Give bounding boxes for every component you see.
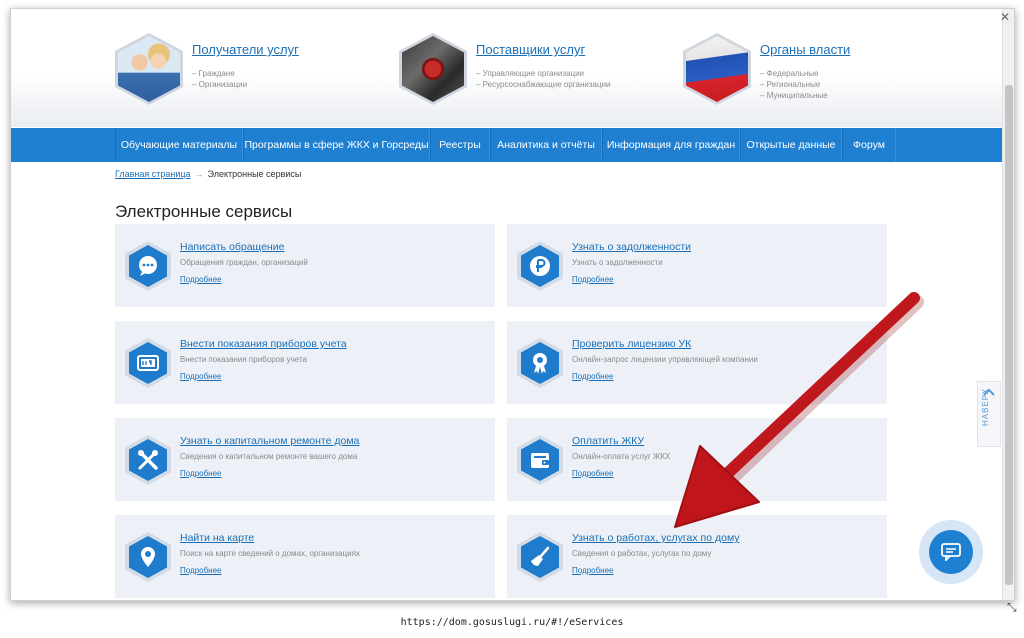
service-card-meter-readings[interactable]: Внести показания приборов учета Внести п…: [115, 321, 495, 404]
card-title[interactable]: Найти на карте: [180, 532, 254, 544]
nav-item-forum[interactable]: Форум: [842, 128, 896, 162]
card-description: Онлайн-запрос лицензии управляющей компа…: [572, 355, 758, 364]
role-authorities[interactable]: Органы власти – Федеральные – Региональн…: [683, 33, 883, 113]
chat-button[interactable]: [919, 520, 983, 584]
close-icon[interactable]: ✕: [1000, 11, 1010, 23]
nav-item-programs[interactable]: Программы в сфере ЖКХ и Горсреды: [243, 128, 430, 162]
card-title[interactable]: Узнать о работах, услугах по дому: [572, 532, 740, 544]
breadcrumb-arrow-icon: →: [194, 169, 204, 179]
card-description: Поиск на карте сведений о домах, организ…: [180, 549, 360, 558]
nav-item-registries[interactable]: Реестры: [430, 128, 490, 162]
ruble-icon: [530, 256, 550, 276]
chat-bubble-icon: [139, 256, 157, 276]
main-nav: Обучающие материалы Программы в сфере ЖК…: [11, 128, 1004, 162]
role-subitem: – Ресурсоснабжающие организации: [476, 80, 611, 89]
card-icon-frame: [125, 338, 171, 388]
service-card-pay-utilities[interactable]: Оплатить ЖКУ Онлайн-оплата услуг ЖКХ Под…: [507, 418, 887, 501]
role-subitem: – Граждане: [192, 69, 235, 78]
page-url: https://dom.gosuslugi.ru/#!/eServices: [400, 617, 624, 628]
card-more-link[interactable]: Подробнее: [572, 566, 614, 575]
map-pin-icon: [141, 547, 155, 567]
card-more-link[interactable]: Подробнее: [572, 469, 614, 478]
card-icon-frame: [517, 338, 563, 388]
resize-icon[interactable]: ⤡: [1007, 600, 1017, 615]
nav-item-learning[interactable]: Обучающие материалы: [115, 128, 243, 162]
browser-window: Получатели услуг – Граждане – Организаци…: [10, 8, 1015, 601]
service-card-license[interactable]: Проверить лицензию УК Онлайн-запрос лице…: [507, 321, 887, 404]
breadcrumb-home[interactable]: Главная страница: [115, 169, 191, 179]
meter-icon: [137, 355, 159, 371]
role-providers[interactable]: Поставщики услуг – Управляющие организац…: [399, 33, 659, 113]
card-icon-frame: [125, 241, 171, 291]
card-title[interactable]: Написать обращение: [180, 241, 284, 253]
nav-item-analytics[interactable]: Аналитика и отчёты: [490, 128, 602, 162]
service-card-debt[interactable]: Узнать о задолженности Узнать о задолжен…: [507, 224, 887, 307]
card-icon-frame: [125, 532, 171, 582]
role-title[interactable]: Получатели услуг: [192, 42, 299, 57]
card-title[interactable]: Внести показания приборов учета: [180, 338, 347, 350]
page-title: Электронные сервисы: [115, 202, 293, 221]
card-description: Сведения о работах, услугах по дому: [572, 549, 712, 558]
role-subitem: – Региональные: [760, 80, 821, 89]
role-subitem: – Федеральные: [760, 69, 819, 78]
broom-icon: [531, 546, 550, 566]
service-card-house-works[interactable]: Узнать о работах, услугах по дому Сведен…: [507, 515, 887, 598]
vertical-scrollbar[interactable]: [1002, 9, 1014, 600]
role-subitem: – Организации: [192, 80, 248, 89]
card-more-link[interactable]: Подробнее: [180, 372, 222, 381]
card-title[interactable]: Проверить лицензию УК: [572, 338, 691, 350]
role-subitems: – Федеральные – Региональные – Муниципал…: [760, 68, 828, 101]
people-photo: [115, 33, 183, 105]
breadcrumb-current: Электронные сервисы: [207, 169, 302, 179]
role-subitems: – Управляющие организации – Ресурсоснабж…: [476, 68, 611, 90]
scrollbar-thumb[interactable]: [1005, 85, 1013, 585]
card-icon-frame: [125, 435, 171, 485]
russian-flag: [683, 33, 751, 105]
card-description: Внести показания приборов учета: [180, 355, 307, 364]
role-subitems: – Граждане – Организации: [192, 68, 247, 90]
card-title[interactable]: Оплатить ЖКУ: [572, 435, 644, 447]
card-icon-frame: [517, 241, 563, 291]
role-subitem: – Муниципальные: [760, 91, 828, 100]
tools-icon: [138, 450, 158, 470]
role-subitem: – Управляющие организации: [476, 69, 585, 78]
card-description: Сведения о капитальном ремонте вашего до…: [180, 452, 358, 461]
card-icon-frame: [517, 435, 563, 485]
card-more-link[interactable]: Подробнее: [572, 275, 614, 284]
card-title[interactable]: Узнать о задолженности: [572, 241, 691, 253]
card-description: Обращения граждан, организаций: [180, 258, 308, 267]
card-more-link[interactable]: Подробнее: [180, 275, 222, 284]
scroll-to-top-label: НАВЕРХ: [981, 387, 990, 426]
nav-item-citizens-info[interactable]: Информация для граждан: [602, 128, 740, 162]
breadcrumb: Главная страница → Электронные сервисы: [115, 169, 301, 179]
role-title[interactable]: Органы власти: [760, 42, 850, 57]
valve-photo: [399, 33, 467, 105]
service-card-capital-repair[interactable]: Узнать о капитальном ремонте дома Сведен…: [115, 418, 495, 501]
role-recipients[interactable]: Получатели услуг – Граждане – Организаци…: [115, 33, 355, 113]
card-more-link[interactable]: Подробнее: [180, 566, 222, 575]
card-description: Онлайн-оплата услуг ЖКХ: [572, 452, 671, 461]
license-badge-icon: [533, 353, 547, 374]
chat-icon: [941, 543, 961, 561]
card-description: Узнать о задолженности: [572, 258, 663, 267]
scroll-to-top-button[interactable]: НАВЕРХ: [977, 381, 1001, 447]
card-title[interactable]: Узнать о капитальном ремонте дома: [180, 435, 359, 447]
nav-item-open-data[interactable]: Открытые данные: [740, 128, 842, 162]
card-icon-frame: [517, 532, 563, 582]
service-card-write-appeal[interactable]: Написать обращение Обращения граждан, ор…: [115, 224, 495, 307]
service-card-map-search[interactable]: Найти на карте Поиск на карте сведений о…: [115, 515, 495, 598]
role-title[interactable]: Поставщики услуг: [476, 42, 585, 57]
header-area: Получатели услуг – Граждане – Организаци…: [11, 9, 1004, 127]
wallet-icon: [531, 453, 549, 468]
card-more-link[interactable]: Подробнее: [180, 469, 222, 478]
card-more-link[interactable]: Подробнее: [572, 372, 614, 381]
